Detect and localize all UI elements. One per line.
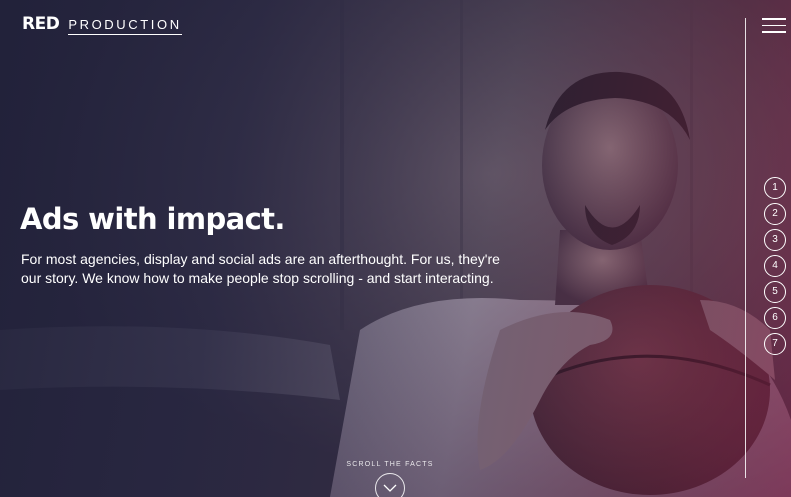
hero-description: For most agencies, display and social ad… — [21, 251, 500, 286]
section-nav-item-5[interactable]: 5 — [764, 281, 786, 303]
chevron-down-icon — [383, 484, 397, 492]
section-nav-item-4[interactable]: 4 — [764, 255, 786, 277]
menu-line — [762, 24, 786, 26]
section-nav-item-2[interactable]: 2 — [764, 203, 786, 225]
scroll-label: SCROLL THE FACTS — [346, 461, 434, 468]
section-nav-item-1[interactable]: 1 — [764, 177, 786, 199]
section-nav-item-6[interactable]: 6 — [764, 307, 786, 329]
hero-title: Ads with impact. — [20, 202, 285, 236]
section-nav-item-3[interactable]: 3 — [764, 229, 786, 251]
brand-logo[interactable]: RED PRODUCTION — [22, 14, 182, 35]
page: RED PRODUCTION 1 2 3 4 5 6 7 Ads with im… — [0, 0, 791, 497]
gradient-overlay — [0, 0, 791, 497]
hamburger-menu-icon[interactable] — [762, 18, 786, 34]
section-nav: 1 2 3 4 5 6 7 — [764, 177, 786, 359]
scroll-down-button[interactable] — [375, 473, 405, 497]
menu-line — [762, 18, 786, 20]
section-nav-item-7[interactable]: 7 — [764, 333, 786, 355]
logo-production-text: PRODUCTION — [68, 17, 182, 35]
menu-line — [762, 31, 786, 33]
logo-red-text: RED — [22, 14, 60, 34]
vertical-divider — [745, 18, 746, 478]
